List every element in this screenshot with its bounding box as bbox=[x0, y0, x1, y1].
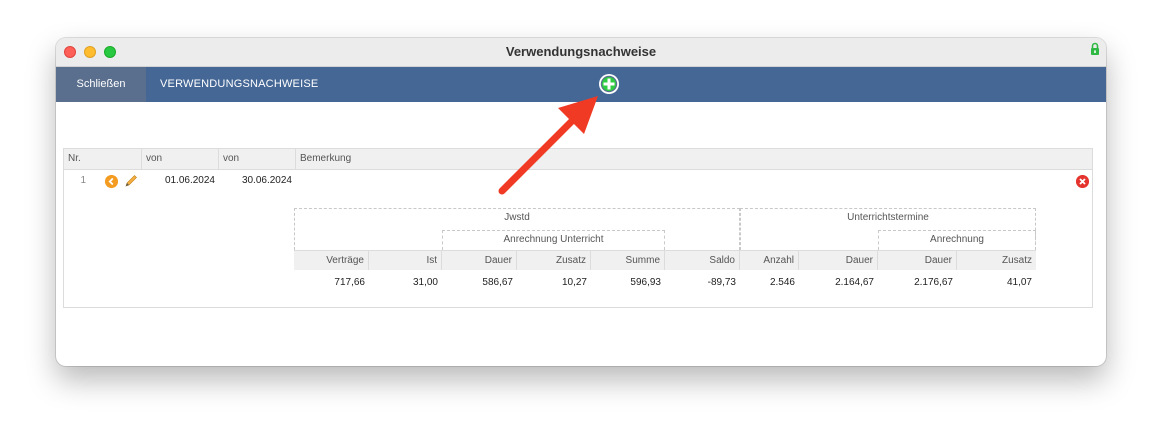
col-anrechnung-dauer: Dauer bbox=[878, 250, 957, 270]
window: Verwendungsnachweise Schließen VERWENDUN… bbox=[56, 38, 1106, 366]
window-title: Verwendungsnachweise bbox=[505, 44, 657, 59]
val-ist: 31,00 bbox=[412, 277, 438, 288]
group-anrechnung-unterricht: Anrechnung Unterricht bbox=[503, 234, 604, 245]
close-button[interactable]: Schließen bbox=[56, 67, 146, 102]
row-nr: 1 bbox=[80, 175, 86, 186]
pencil-icon[interactable] bbox=[124, 174, 138, 188]
val-zusatz: 10,27 bbox=[561, 277, 587, 288]
col-summe: Summe bbox=[591, 250, 665, 270]
col-zusatz: Zusatz bbox=[517, 250, 591, 270]
row-remark bbox=[300, 171, 1000, 191]
arrow-left-icon[interactable] bbox=[105, 175, 118, 188]
col-vertraege: Verträge bbox=[294, 250, 369, 270]
val-dauer: 586,67 bbox=[482, 277, 513, 288]
col-dauer: Dauer bbox=[442, 250, 517, 270]
header-bemerkung: Bemerkung bbox=[300, 153, 352, 164]
col-ist: Ist bbox=[369, 250, 442, 270]
group-jwstd: Jwstd bbox=[504, 212, 530, 223]
col-termine-dauer: Dauer bbox=[799, 250, 878, 270]
lock-icon bbox=[1091, 42, 1099, 55]
toolbar: Schließen VERWENDUNGSNACHWEISE bbox=[56, 67, 1106, 102]
val-anrechnung-dauer: 2.176,67 bbox=[914, 277, 953, 288]
delete-icon[interactable] bbox=[1076, 175, 1089, 188]
header-von: von bbox=[142, 149, 219, 169]
val-saldo: -89,73 bbox=[707, 277, 736, 288]
table-header: Nr. von von Bemerkung bbox=[64, 149, 1092, 170]
proof-table: Nr. von von Bemerkung 1 01.06.2024 30.06… bbox=[63, 148, 1093, 308]
val-termine-dauer: 2.164,67 bbox=[835, 277, 874, 288]
row-to-date: 30.06.2024 bbox=[241, 175, 292, 186]
val-anrechnung-zusatz: 41,07 bbox=[1006, 277, 1032, 288]
group-anrechnung: Anrechnung bbox=[930, 234, 984, 245]
val-summe: 596,93 bbox=[630, 277, 661, 288]
title-bar: Verwendungsnachweise bbox=[56, 38, 1106, 67]
add-icon[interactable] bbox=[598, 73, 620, 95]
col-anrechnung-zusatz: Zusatz bbox=[957, 250, 1036, 270]
row-from-date: 01.06.2024 bbox=[164, 175, 215, 186]
header-nr: Nr. bbox=[64, 149, 142, 169]
section-title: VERWENDUNGSNACHWEISE bbox=[160, 78, 319, 90]
col-anzahl: Anzahl bbox=[740, 250, 799, 270]
group-unterrichtstermine: Unterrichtstermine bbox=[847, 212, 929, 223]
val-anzahl: 2.546 bbox=[769, 277, 795, 288]
header-von-2: von bbox=[219, 149, 296, 169]
col-saldo: Saldo bbox=[665, 250, 740, 270]
val-vertraege: 717,66 bbox=[334, 277, 365, 288]
